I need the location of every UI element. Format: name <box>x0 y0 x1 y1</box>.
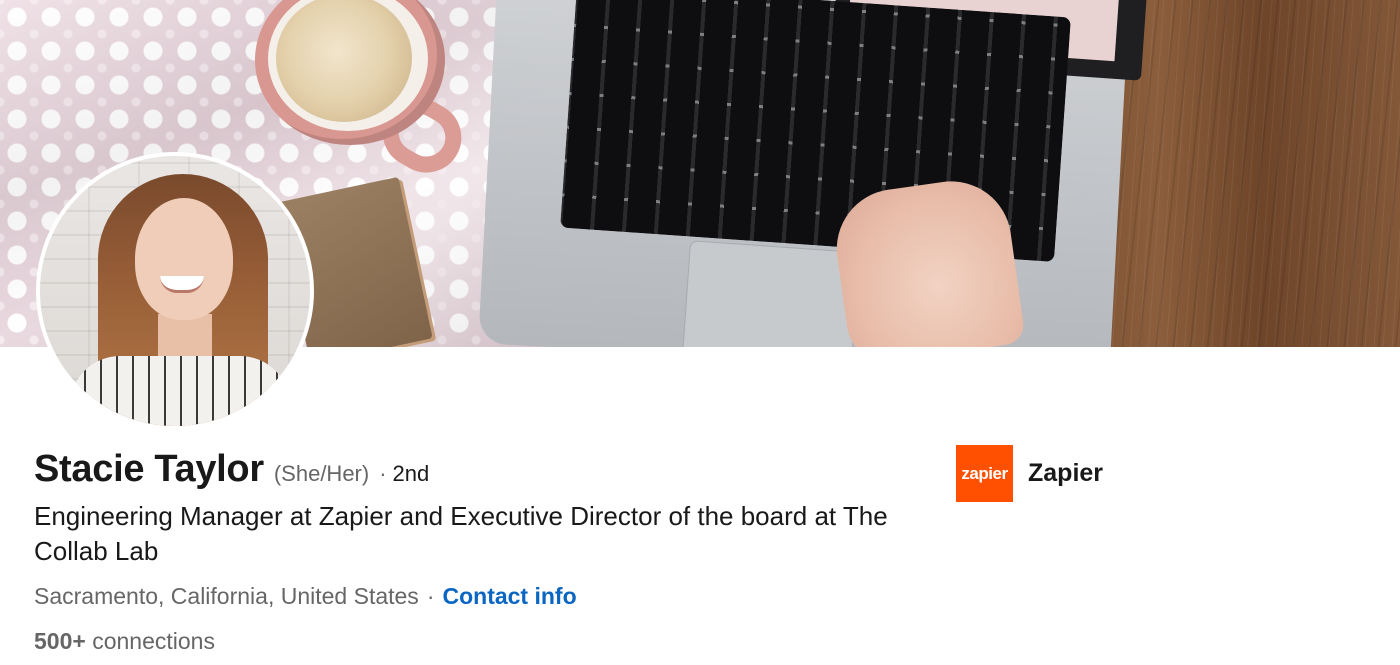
profile-avatar[interactable] <box>36 152 314 430</box>
company-name: Zapier <box>1028 459 1104 487</box>
banner-coffee <box>276 0 412 122</box>
connection-degree: · 2nd <box>379 461 429 487</box>
location-separator: · <box>426 583 435 609</box>
avatar-shirt <box>70 356 290 426</box>
degree-separator: · <box>379 461 387 486</box>
connections-count: 500+ <box>34 628 86 654</box>
profile-connections[interactable]: 500+ connections <box>34 628 215 655</box>
connection-degree-label: 2nd <box>392 461 430 486</box>
avatar-face <box>135 198 233 320</box>
zapier-logo-icon: zapier <box>956 445 1013 502</box>
connections-label: connections <box>92 628 215 654</box>
contact-info-link[interactable]: Contact info <box>442 583 576 610</box>
current-company[interactable]: zapier Zapier <box>956 445 1103 502</box>
profile-name-row: Stacie Taylor (She/Her) · 2nd <box>34 448 429 491</box>
profile-name: Stacie Taylor <box>34 448 264 490</box>
profile-location-row: Sacramento, California, United States · … <box>34 583 577 610</box>
profile-headline: Engineering Manager at Zapier and Execut… <box>34 501 888 566</box>
banner-laptop-trackpad <box>682 240 860 347</box>
profile-location: Sacramento, California, United States <box>34 583 419 609</box>
profile-pronouns: (She/Her) <box>273 461 370 486</box>
